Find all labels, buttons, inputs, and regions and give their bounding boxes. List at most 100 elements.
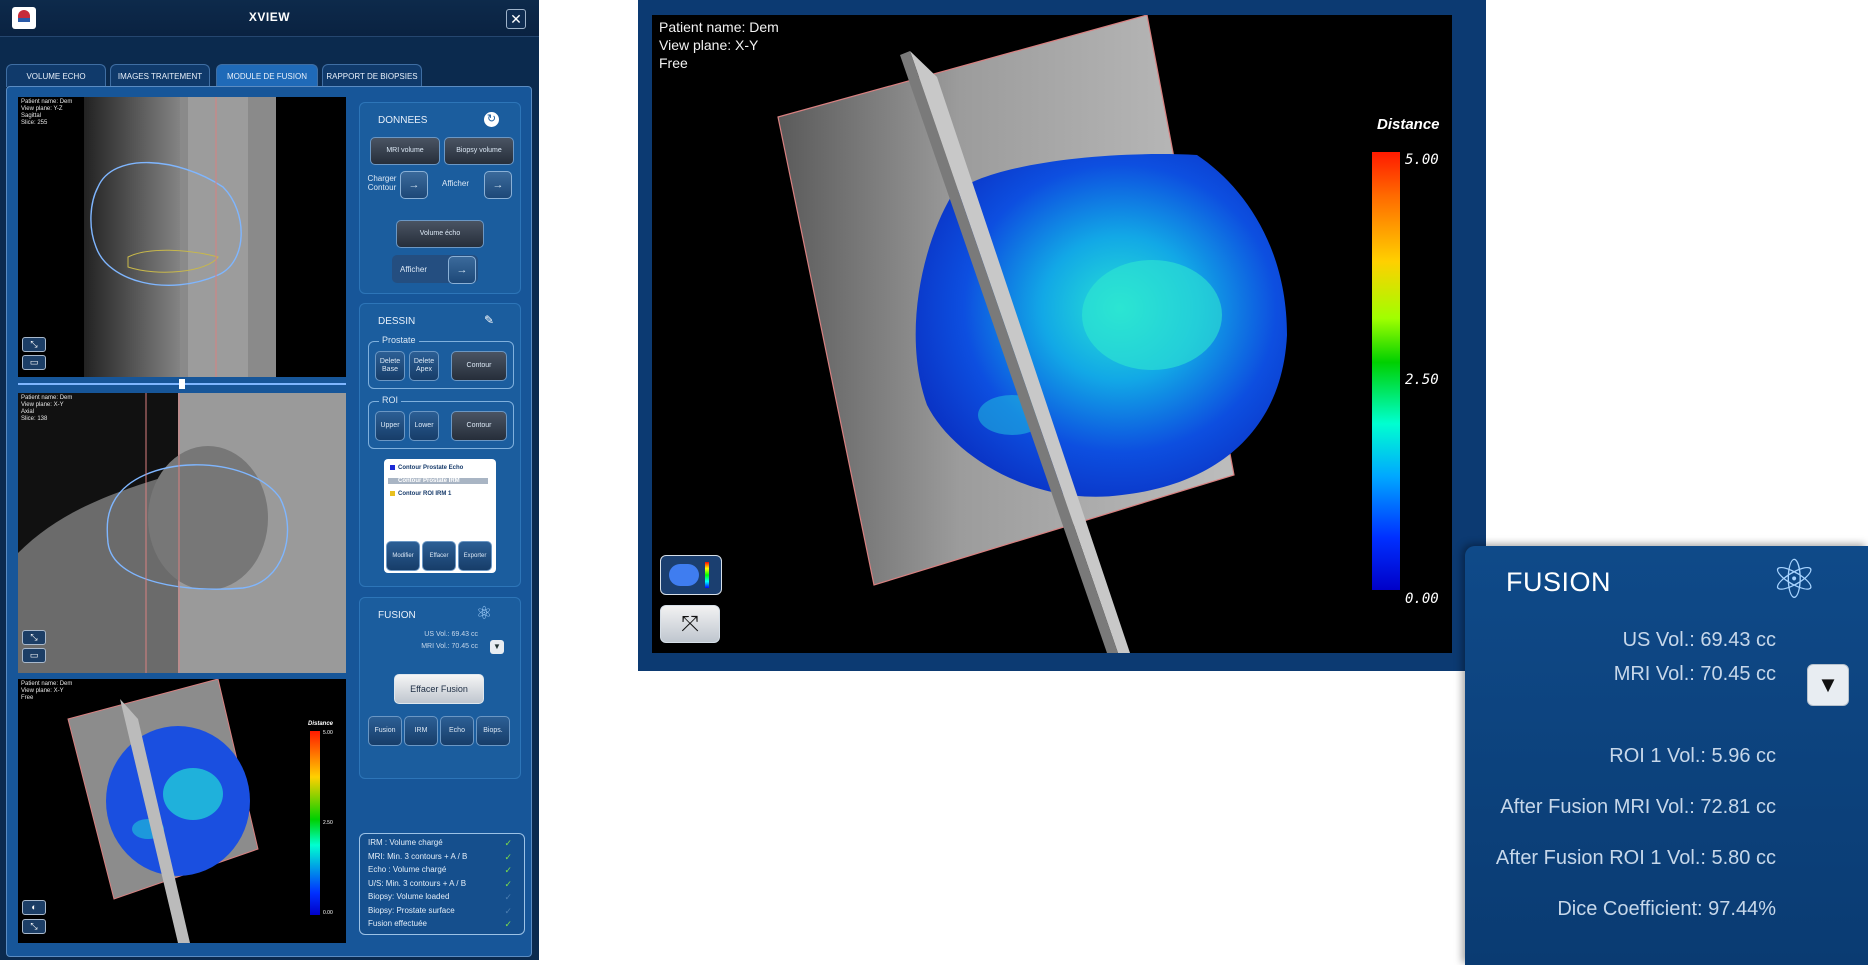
window-title: XVIEW bbox=[248, 10, 291, 24]
brush-icon: ✎ bbox=[484, 313, 495, 327]
patient-name: Patient name: Dem bbox=[21, 681, 73, 687]
orientation: Axial bbox=[21, 409, 35, 415]
delete-apex-button[interactable]: Delete Apex bbox=[409, 351, 439, 381]
volume-echo-button[interactable]: Volume écho bbox=[396, 220, 484, 248]
axial-image bbox=[18, 393, 346, 673]
big-view-info: Patient name: Dem View plane: X-Y Free bbox=[659, 18, 779, 72]
colorbar-min: 0.00 bbox=[1405, 591, 1439, 607]
status-text: MRI: Min. 3 contours + A / B bbox=[368, 851, 468, 861]
charger-contour-button[interactable]: → bbox=[400, 171, 428, 199]
snapshot-icon[interactable]: ▭ bbox=[22, 355, 46, 370]
afficher-echo-group: Afficher → bbox=[392, 255, 478, 284]
colormap-icon[interactable]: ◐ bbox=[22, 900, 46, 915]
atom-icon: ⚛ bbox=[476, 603, 493, 623]
small-colorbar-title: Distance bbox=[308, 721, 334, 727]
effacer-fusion-button[interactable]: Effacer Fusion bbox=[394, 674, 484, 704]
roi-group: ROI Upper Lower Contour bbox=[368, 395, 514, 449]
exporter-button[interactable]: Exporter bbox=[458, 541, 492, 571]
axial-info: Patient name: Dem View plane: X-Y Axial … bbox=[21, 395, 72, 423]
checkmark-icon: ✓ bbox=[504, 905, 512, 916]
slice-slider[interactable] bbox=[18, 379, 346, 389]
status-text: Biopsy: Volume loaded bbox=[368, 892, 450, 901]
donnees-section: DONNEES ↻ MRI volume Biopsy volume Charg… bbox=[359, 102, 521, 294]
prostate-group: Prostate Delete Base Delete Apex Contour bbox=[368, 335, 514, 389]
modifier-button[interactable]: Modifier bbox=[386, 541, 420, 571]
sagittal-viewer[interactable]: Patient name: Dem View plane: Y-Z Sagitt… bbox=[18, 97, 346, 377]
expand-icon[interactable]: ⤡ bbox=[22, 919, 46, 934]
delete-base-button[interactable]: Delete Base bbox=[375, 351, 405, 381]
biopsy-volume-button[interactable]: Biopsy volume bbox=[444, 137, 514, 165]
axial-viewer[interactable]: Patient name: Dem View plane: X-Y Axial … bbox=[18, 393, 346, 673]
fz-us-vol: US Vol.: 69.43 cc bbox=[1622, 629, 1776, 651]
slice-number: Slice: 255 bbox=[21, 120, 48, 126]
colorbar-title: Distance bbox=[1377, 116, 1440, 133]
reload-icon[interactable]: ↻ bbox=[484, 112, 499, 127]
charger-contour-label: Charger Contour bbox=[367, 174, 397, 192]
snapshot-icon[interactable]: ▭ bbox=[22, 648, 46, 663]
contour-list-item[interactable]: Contour ROI IRM 1 bbox=[390, 491, 451, 497]
contour-list-item[interactable]: Contour Prostate Echo bbox=[390, 465, 463, 471]
small-colorbar-max: 5.00 bbox=[323, 730, 333, 736]
tab-images-traitement[interactable]: IMAGES TRAITEMENT bbox=[110, 64, 210, 87]
tab-module-de-fusion[interactable]: MODULE DE FUSION bbox=[216, 64, 318, 87]
roi-contour-button[interactable]: Contour bbox=[451, 411, 507, 441]
slider-handle[interactable] bbox=[179, 379, 185, 389]
expand-icon[interactable]: ⤡ bbox=[22, 630, 46, 645]
fusion-title: FUSION bbox=[378, 610, 416, 621]
chevron-down-icon[interactable]: ▼ bbox=[1807, 664, 1849, 706]
echo-mode-button[interactable]: Echo bbox=[440, 716, 474, 746]
status-row: MRI: Min. 3 contours + A / B ✓ bbox=[368, 851, 518, 862]
mri-volume-button[interactable]: MRI volume bbox=[370, 137, 440, 165]
effacer-button[interactable]: Effacer bbox=[422, 541, 456, 571]
fz-after-roi: After Fusion ROI 1 Vol.: 5.80 cc bbox=[1495, 847, 1776, 869]
tab-rapport-de-biopsies[interactable]: RAPPORT DE BIOPSIES bbox=[322, 64, 422, 87]
mri-vol: MRI Vol.: 70.45 cc bbox=[421, 643, 478, 650]
sagittal-info: Patient name: Dem View plane: Y-Z Sagitt… bbox=[21, 99, 72, 127]
big-3d-viewer[interactable]: ⤧ bbox=[652, 15, 1452, 653]
status-row: IRM : Volume chargé ✓ bbox=[368, 838, 518, 848]
fusion-3d-render bbox=[67, 679, 259, 943]
expand-icon[interactable]: ⤡ bbox=[22, 337, 46, 352]
contour-label: Contour Prostate Echo bbox=[398, 465, 464, 472]
checkmark-icon: ✓ bbox=[504, 892, 512, 902]
prostate-label: Prostate bbox=[379, 335, 419, 345]
contour-label: Contour ROI IRM 1 bbox=[398, 491, 452, 498]
free-3d-viewer[interactable]: Patient name: Dem View plane: X-Y Free D… bbox=[18, 679, 346, 943]
upper-button[interactable]: Upper bbox=[375, 411, 405, 441]
status-row: U/S: Min. 3 contours + A / B ✓ bbox=[368, 879, 518, 889]
colormap-toggle-button[interactable] bbox=[660, 555, 722, 595]
afficher-echo-button[interactable]: → bbox=[448, 256, 476, 284]
close-button[interactable]: ✕ bbox=[506, 9, 526, 29]
patient-name: Patient name: Dem bbox=[659, 19, 779, 35]
chevron-down-icon[interactable]: ▼ bbox=[490, 640, 504, 654]
status-text: Biopsy: Prostate surface bbox=[368, 905, 455, 915]
colormap-mini-bar bbox=[705, 562, 709, 588]
contour-list-item-selected[interactable]: Contour Prostate IRM bbox=[388, 478, 488, 484]
view-plane: View plane: X-Y bbox=[21, 688, 64, 694]
prostate-contour-button[interactable]: Contour bbox=[451, 351, 507, 381]
small-colorbar-mid: 2.50 bbox=[323, 820, 333, 826]
fz-after-mri: After Fusion MRI Vol.: 72.81 cc bbox=[1500, 796, 1776, 818]
orientation: Sagittal bbox=[21, 113, 42, 119]
status-text: Echo : Volume chargé bbox=[368, 865, 447, 874]
afficher-button[interactable]: → bbox=[484, 171, 512, 199]
patient-name: Patient name: Dem bbox=[21, 395, 73, 401]
irm-mode-button[interactable]: IRM bbox=[404, 716, 438, 746]
checkmark-icon: ✓ bbox=[504, 838, 512, 848]
fusion-mode-button[interactable]: Fusion bbox=[368, 716, 402, 746]
view-plane: View plane: X-Y bbox=[659, 37, 759, 53]
colormap-icon bbox=[669, 564, 699, 586]
afficher-label: Afficher bbox=[442, 179, 469, 188]
free-info: Patient name: Dem View plane: X-Y Free bbox=[21, 681, 72, 702]
dessin-section: DESSIN ✎ Prostate Delete Base Delete Ape… bbox=[359, 303, 521, 587]
contour-label: Contour Prostate IRM bbox=[398, 478, 460, 484]
biopsy-mode-button[interactable]: Biops. bbox=[476, 716, 510, 746]
tab-volume-echo[interactable]: VOLUME ECHO bbox=[6, 64, 106, 87]
view-plane: View plane: Y-Z bbox=[21, 106, 63, 112]
afficher-echo-label: Afficher bbox=[400, 265, 427, 274]
status-row: Biopsy: Prostate surface ✓ bbox=[368, 905, 518, 916]
compress-icon[interactable]: ⤧ bbox=[660, 605, 720, 643]
us-vol: US Vol.: 69.43 cc bbox=[424, 631, 478, 638]
dessin-title: DESSIN bbox=[378, 316, 416, 327]
lower-button[interactable]: Lower bbox=[409, 411, 439, 441]
